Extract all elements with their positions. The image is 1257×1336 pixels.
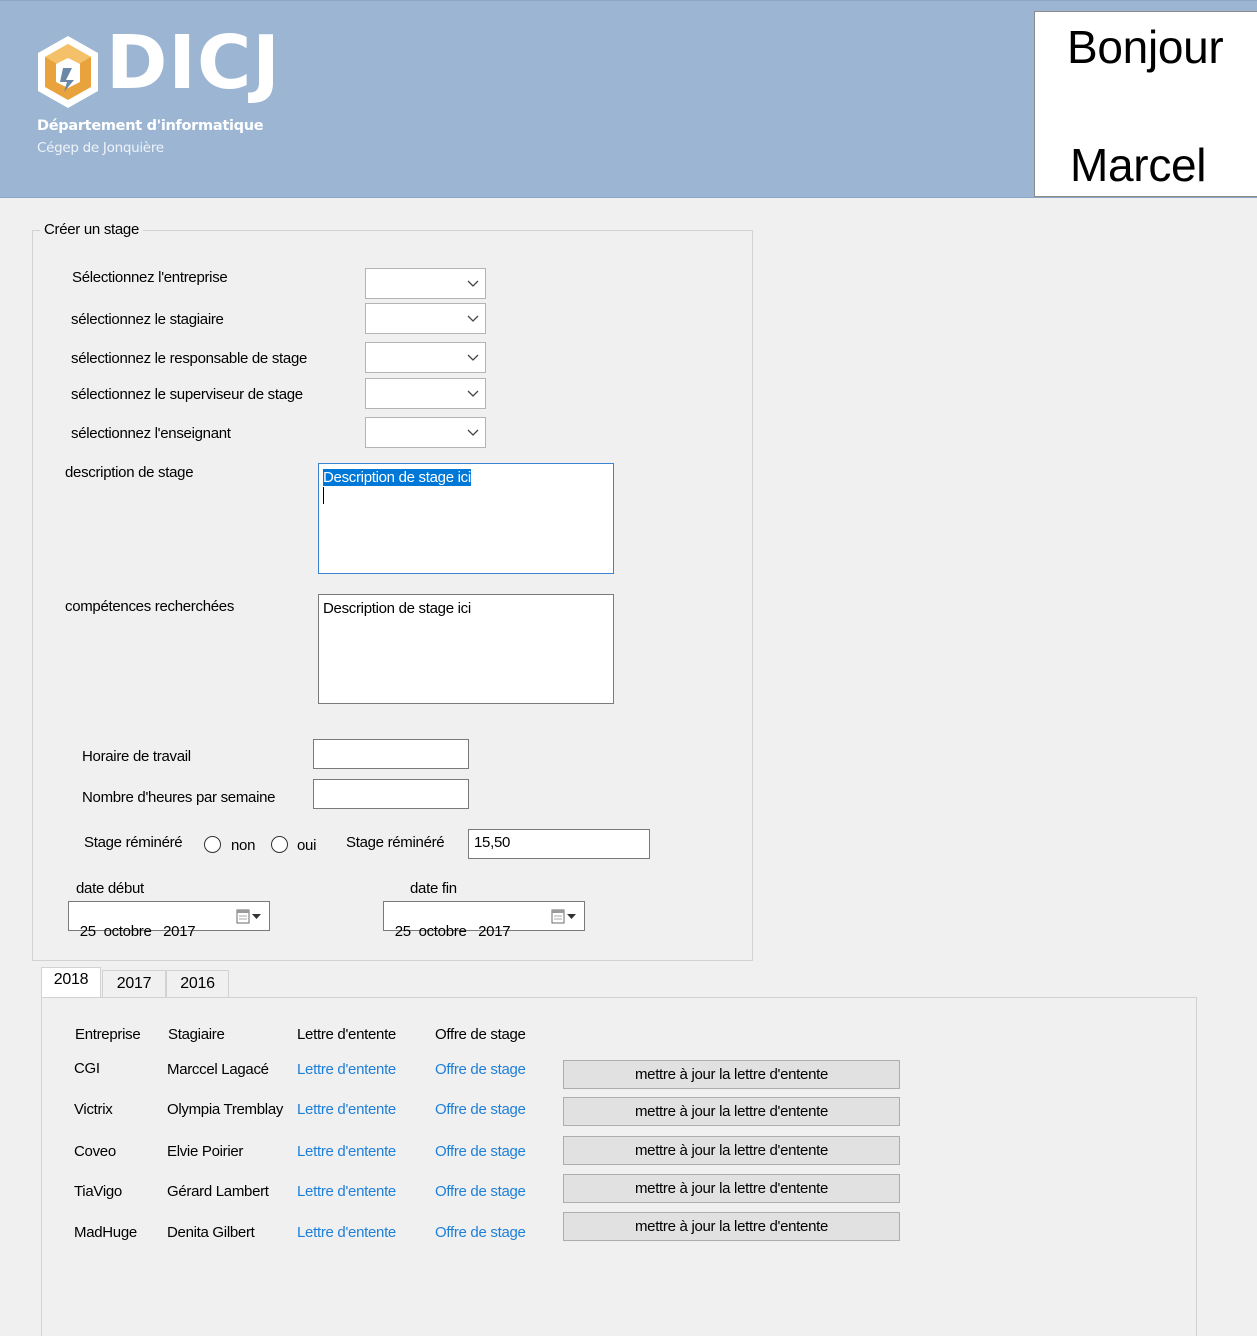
heures-input[interactable]: [313, 779, 469, 809]
competences-text: Description de stage ici: [323, 600, 471, 617]
entreprise-combobox[interactable]: [365, 268, 486, 299]
label-date-fin: date fin: [410, 880, 457, 897]
date-fin-picker[interactable]: 25 octobre 2017: [383, 901, 585, 940]
label-horaire: Horaire de travail: [82, 748, 191, 765]
logo-wordmark: DICJ: [106, 20, 281, 106]
description-textarea[interactable]: Description de stage ici: [318, 463, 614, 574]
cell-stagiaire: Denita Gilbert: [167, 1224, 255, 1241]
lettre-entente-link[interactable]: Lettre d'entente: [297, 1101, 396, 1118]
update-lettre-button[interactable]: mettre à jour la lettre d'entente: [563, 1060, 900, 1089]
update-lettre-button[interactable]: mettre à jour la lettre d'entente: [563, 1174, 900, 1203]
radio-non[interactable]: [204, 836, 221, 853]
tab-2016[interactable]: 2016: [166, 970, 229, 998]
department-name: Département d'informatique: [37, 118, 264, 134]
greeting-text: Bonjour: [1067, 21, 1224, 73]
cell-entreprise: Coveo: [74, 1143, 116, 1160]
cell-entreprise: TiaVigo: [74, 1183, 122, 1200]
label-date-debut: date début: [76, 880, 144, 897]
college-name: Cégep de Jonquière: [37, 140, 164, 156]
label-heures: Nombre d'heures par semaine: [82, 789, 276, 806]
radio-non-label[interactable]: non: [231, 837, 255, 854]
chevron-down-icon: [467, 315, 479, 322]
label-remunere: Stage réminéré: [84, 834, 183, 851]
label-competences: compétences recherchées: [65, 598, 235, 615]
user-name: Marcel: [1070, 139, 1207, 191]
date-debut-picker[interactable]: 25 octobre 2017: [68, 901, 270, 940]
lettre-entente-link[interactable]: Lettre d'entente: [297, 1224, 396, 1241]
label-enseignant: sélectionnez l'enseignant: [71, 425, 231, 442]
chevron-down-icon: [467, 354, 479, 361]
offre-stage-link[interactable]: Offre de stage: [435, 1183, 526, 1200]
offre-stage-link[interactable]: Offre de stage: [435, 1101, 526, 1118]
calendar-dropdown-icon[interactable]: [551, 909, 578, 924]
text-caret: [323, 487, 324, 504]
radio-oui[interactable]: [271, 836, 288, 853]
lettre-entente-link[interactable]: Lettre d'entente: [297, 1143, 396, 1160]
cell-entreprise: MadHuge: [74, 1224, 137, 1241]
cell-stagiaire: Olympia Tremblay: [167, 1101, 284, 1118]
cell-stagiaire: Marccel Lagacé: [167, 1061, 269, 1078]
offre-stage-link[interactable]: Offre de stage: [435, 1143, 526, 1160]
calendar-dropdown-icon[interactable]: [236, 909, 263, 924]
label-superviseur: sélectionnez le superviseur de stage: [71, 386, 303, 403]
label-responsable: sélectionnez le responsable de stage: [71, 350, 308, 367]
chevron-down-icon: [467, 280, 479, 287]
offre-stage-link[interactable]: Offre de stage: [435, 1061, 526, 1078]
tab-2018[interactable]: 2018: [41, 967, 101, 997]
tab-2017[interactable]: 2017: [102, 970, 166, 998]
label-stagiaire: sélectionnez le stagiaire: [71, 311, 224, 328]
date-debut-value: 25 octobre 2017: [79, 923, 196, 940]
tab-panel-2018: [41, 997, 1197, 1336]
label-remunere-amount: Stage réminéré: [346, 834, 445, 851]
offre-stage-link[interactable]: Offre de stage: [435, 1224, 526, 1241]
horaire-input[interactable]: [313, 739, 469, 769]
date-fin-value: 25 octobre 2017: [394, 923, 511, 940]
enseignant-combobox[interactable]: [365, 417, 486, 448]
cell-stagiaire: Elvie Poirier: [167, 1143, 244, 1160]
update-lettre-button[interactable]: mettre à jour la lettre d'entente: [563, 1212, 900, 1241]
group-title: Créer un stage: [40, 221, 144, 238]
remunere-amount-input[interactable]: 15,50: [468, 829, 650, 859]
cell-entreprise: Victrix: [74, 1101, 113, 1118]
competences-textarea[interactable]: Description de stage ici: [318, 594, 614, 704]
chevron-down-icon: [467, 429, 479, 436]
cell-stagiaire: Gérard Lambert: [167, 1183, 269, 1200]
label-entreprise: Sélectionnez l'entreprise: [72, 269, 228, 286]
column-header-entreprise: Entreprise: [75, 1026, 141, 1043]
superviseur-combobox[interactable]: [365, 378, 486, 409]
update-lettre-button[interactable]: mettre à jour la lettre d'entente: [563, 1136, 900, 1165]
label-description: description de stage: [65, 464, 194, 481]
dicj-logo-icon: [38, 36, 98, 108]
stagiaire-combobox[interactable]: [365, 303, 486, 334]
column-header-lettre: Lettre d'entente: [297, 1026, 396, 1043]
selected-text: Description de stage ici: [323, 469, 471, 486]
responsable-combobox[interactable]: [365, 342, 486, 373]
radio-oui-label[interactable]: oui: [297, 837, 316, 854]
column-header-offre: Offre de stage: [435, 1026, 526, 1043]
lettre-entente-link[interactable]: Lettre d'entente: [297, 1061, 396, 1078]
chevron-down-icon: [467, 390, 479, 397]
column-header-stagiaire: Stagiaire: [168, 1026, 225, 1043]
lettre-entente-link[interactable]: Lettre d'entente: [297, 1183, 396, 1200]
update-lettre-button[interactable]: mettre à jour la lettre d'entente: [563, 1097, 900, 1126]
cell-entreprise: CGI: [74, 1060, 100, 1077]
